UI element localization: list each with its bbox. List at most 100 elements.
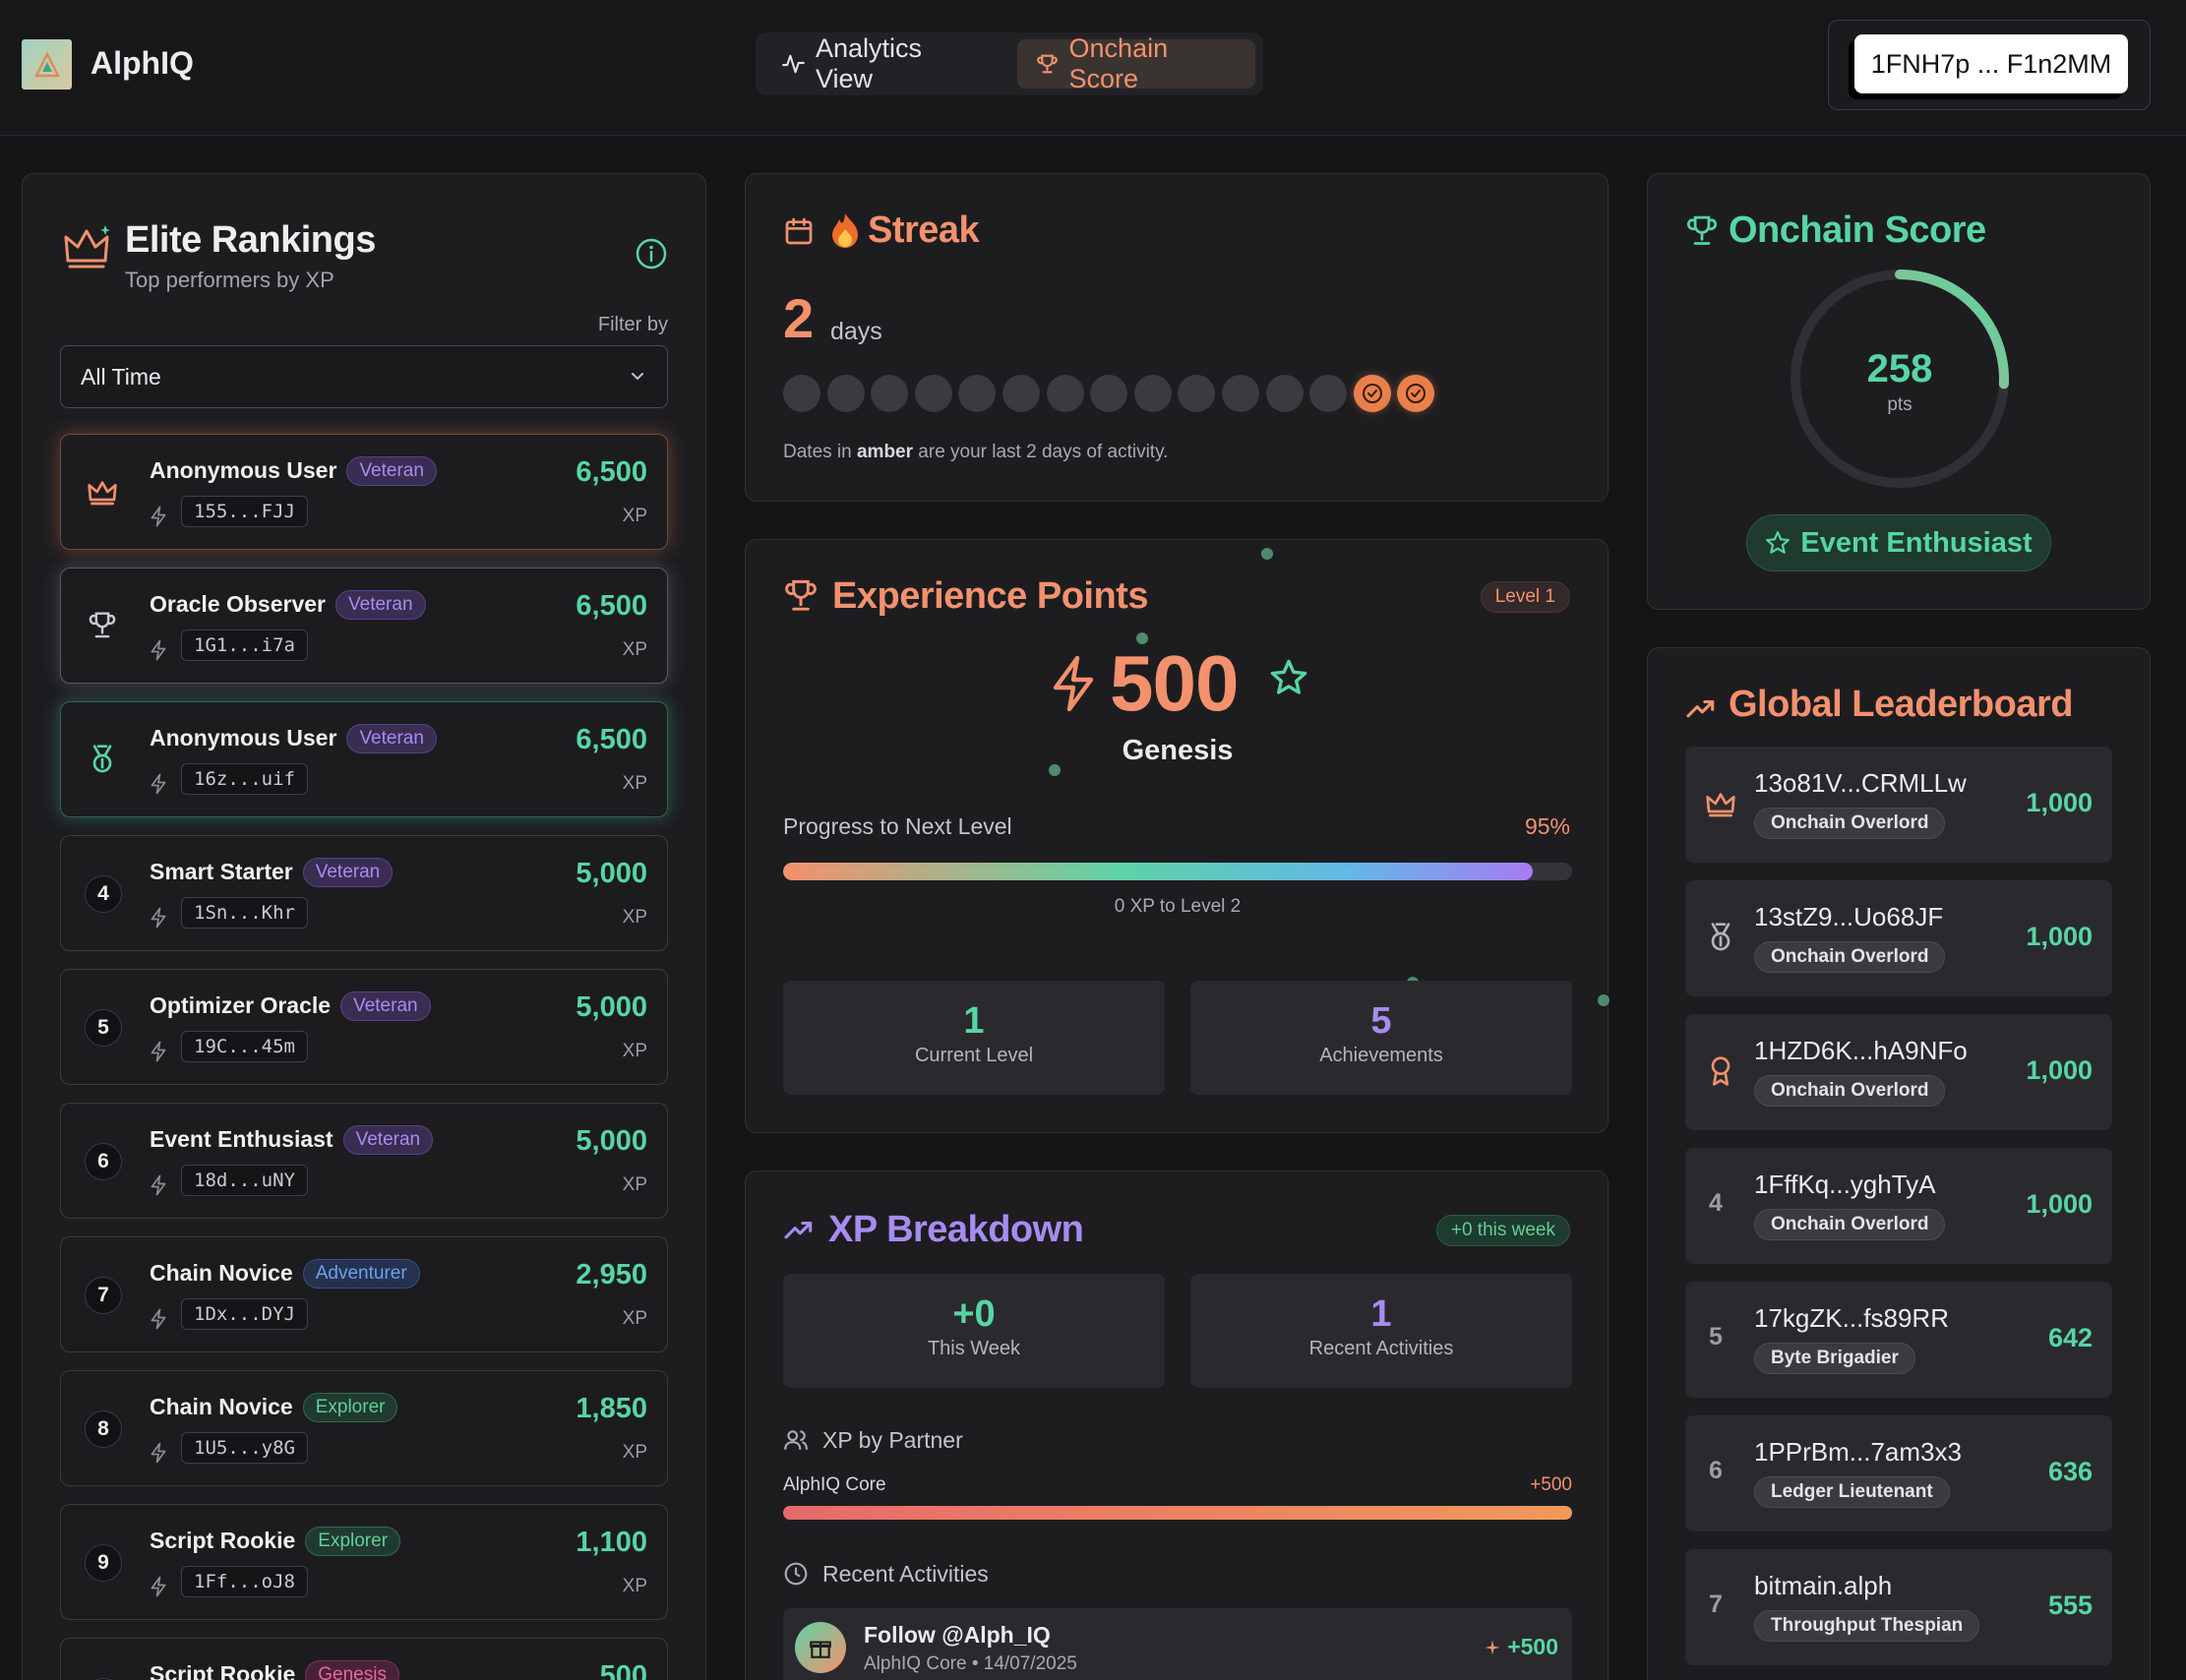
filter-value: All Time (81, 363, 161, 390)
activity-date: 14/07/2025 (983, 1653, 1077, 1674)
rank-xp-value: 1,850 (576, 1393, 647, 1424)
filter-select[interactable]: All Time (60, 345, 668, 408)
rank-user-name: Oracle Observer Veteran (150, 590, 426, 620)
tab-onchain-score[interactable]: Onchain Score (1016, 33, 1255, 93)
streak-unit: days (830, 318, 882, 345)
tab-label: Onchain Score (1068, 33, 1169, 93)
ranking-card[interactable]: 5 Optimizer Oracle Veteran 19C...45m 5,000 XP (60, 969, 668, 1085)
ranking-card[interactable]: 7 Chain Novice Adventurer 1Dx...DYJ 2,950 XP (60, 1236, 668, 1352)
streak-day-active (1397, 375, 1435, 412)
achievements-value: 5 (1370, 1000, 1392, 1042)
note-highlight: amber (856, 442, 914, 462)
rank-user-name: Smart Starter Veteran (150, 858, 394, 887)
user-name: Event Enthusiast (150, 1126, 334, 1152)
app-logo[interactable] (22, 39, 72, 90)
leaderboard-title-badge: Onchain Overlord (1754, 808, 1946, 839)
recent-activities-card: 1 Recent Activities (1190, 1274, 1572, 1388)
rank-number: 6 (85, 1143, 122, 1180)
user-name: Script Rookie (150, 1661, 296, 1680)
score-badge[interactable]: Event Enthusiast (1746, 514, 2051, 571)
trophy-icon (89, 612, 116, 638)
clock-icon (784, 1562, 808, 1586)
streak-day (1090, 375, 1128, 412)
leaderboard-row[interactable]: 7 bitmain.alph Throughput Thespian 555 (1685, 1549, 2112, 1665)
particle-dot (1261, 548, 1273, 560)
xp-by-partner-label: XP by Partner (822, 1427, 963, 1453)
rank-user-name: Script Rookie Explorer (150, 1527, 401, 1556)
info-icon[interactable] (635, 237, 668, 270)
ranking-card[interactable]: 8 Chain Novice Explorer 1U5...y8G 1,850 XP (60, 1370, 668, 1486)
rank-number: 6 (1709, 1457, 1723, 1484)
panel-title: Onchain Score (1729, 210, 1986, 251)
ranking-card[interactable]: 10Script RookieGenesis500XP (60, 1638, 668, 1680)
ranking-card[interactable]: 4 Smart Starter Veteran 1Sn...Khr 5,000 XP (60, 835, 668, 951)
rank-user-name: Optimizer Oracle Veteran (150, 991, 431, 1021)
rank-xp-unit: XP (622, 773, 647, 794)
lightning-icon (151, 1442, 166, 1464)
note-text: Dates in (783, 442, 857, 462)
address-chip: 1Dx...DYJ (181, 1298, 308, 1330)
streak-count: 2 (783, 287, 815, 349)
week-badge: +0 this week (1435, 1215, 1570, 1246)
current-level-card: 1 Current Level (783, 981, 1165, 1095)
user-name: Optimizer Oracle (150, 992, 332, 1018)
streak-day (871, 375, 909, 412)
tier-badge: Veteran (346, 456, 437, 486)
lightning-icon (151, 1174, 166, 1196)
rank-xp-value: 1,100 (576, 1527, 647, 1558)
activity-meta: AlphIQ Core • 14/07/2025 (864, 1653, 1077, 1674)
leaderboard-row[interactable]: 5 17kgZK...fs89RR Byte Brigadier 642 (1685, 1282, 2112, 1398)
ranking-card[interactable]: Anonymous User Veteran 155...FJJ 6,500 XP (60, 434, 668, 550)
rank-xp-unit: XP (622, 1576, 647, 1596)
users-icon (784, 1430, 808, 1450)
score-unit: pts (1887, 394, 1913, 415)
streak-day (1309, 375, 1348, 412)
activity-item[interactable]: Follow @Alph_IQ AlphIQ Core • 14/07/2025… (783, 1608, 1572, 1680)
top-bar: AlphIQ Analytics View Onchain Score 1FNH… (0, 0, 2186, 136)
leaderboard-title-badge: Byte Brigadier (1754, 1343, 1915, 1374)
app-name: AlphIQ (91, 45, 194, 81)
leaderboard-row[interactable]: 13o81V...CRMLLw Onchain Overlord 1,000 (1685, 747, 2112, 863)
leaderboard-row[interactable]: 1HZD6K...hA9NFo Onchain Overlord 1,000 (1685, 1014, 2112, 1130)
streak-day (1221, 375, 1259, 412)
tier-badge: Explorer (305, 1527, 401, 1556)
rank-icon (1705, 788, 1736, 824)
wallet-button[interactable]: 1FNH7p ... F1n2MM (1854, 34, 2128, 93)
leaderboard-row[interactable]: 6 1PPrBm...7am3x3 Ledger Lieutenant 636 (1685, 1415, 2112, 1531)
logo-mark-icon (33, 50, 60, 77)
progress-label: Progress to Next Level (783, 813, 1012, 839)
rank-xp-value: 6,500 (576, 456, 647, 488)
leaderboard-score: 636 (2047, 1457, 2093, 1486)
activity-title: Follow @Alph_IQ (864, 1622, 1051, 1648)
medal-icon (92, 745, 112, 773)
ranking-card[interactable]: 6 Event Enthusiast Veteran 18d...uNY 5,000 XP (60, 1103, 668, 1219)
rank-user-name: Event Enthusiast Veteran (150, 1125, 434, 1155)
elite-rankings-panel: Elite Rankings Top performers by XP Filt… (22, 173, 706, 1680)
rank-number: 4 (85, 875, 122, 913)
progress-fill (783, 863, 1533, 880)
address-chip: 155...FJJ (181, 496, 308, 527)
lightning-icon (151, 1308, 166, 1330)
ranking-card[interactable]: Oracle Observer Veteran 1G1...i7a 6,500 XP (60, 568, 668, 684)
this-week-card: +0 This Week (783, 1274, 1165, 1388)
rank-user-name: Chain Novice Adventurer (150, 1259, 420, 1289)
current-level-label: Current Level (914, 1045, 1034, 1066)
lightning-icon (151, 639, 166, 661)
tab-analytics-view[interactable]: Analytics View (763, 33, 998, 93)
rank-xp-value: 2,950 (576, 1259, 647, 1290)
rank-xp-unit: XP (622, 1041, 647, 1061)
streak-panel: Streak 2 days Dates in amber are your la… (745, 173, 1609, 502)
rank-xp-unit: XP (622, 639, 647, 660)
ranking-card[interactable]: 9 Script Rookie Explorer 1Ff...oJ8 1,100 XP (60, 1504, 668, 1620)
streak-day (1265, 375, 1304, 412)
leaderboard-address: 13o81V...CRMLLw (1754, 768, 1967, 798)
ranking-card[interactable]: Anonymous User Veteran 16z...uif 6,500 XP (60, 701, 668, 817)
lightning-icon (151, 1576, 166, 1597)
leaderboard-row[interactable]: 4 1FffKq...yghTyA Onchain Overlord 1,000 (1685, 1148, 2112, 1264)
leaderboard-row[interactable]: 13stZ9...Uo68JF Onchain Overlord 1,000 (1685, 880, 2112, 996)
chevron-down-icon (632, 373, 643, 381)
lightning-icon (1053, 655, 1094, 712)
rank-icon (1705, 922, 1736, 958)
user-name: Oracle Observer (150, 591, 327, 617)
panel-subtitle: Top performers by XP (125, 268, 334, 292)
